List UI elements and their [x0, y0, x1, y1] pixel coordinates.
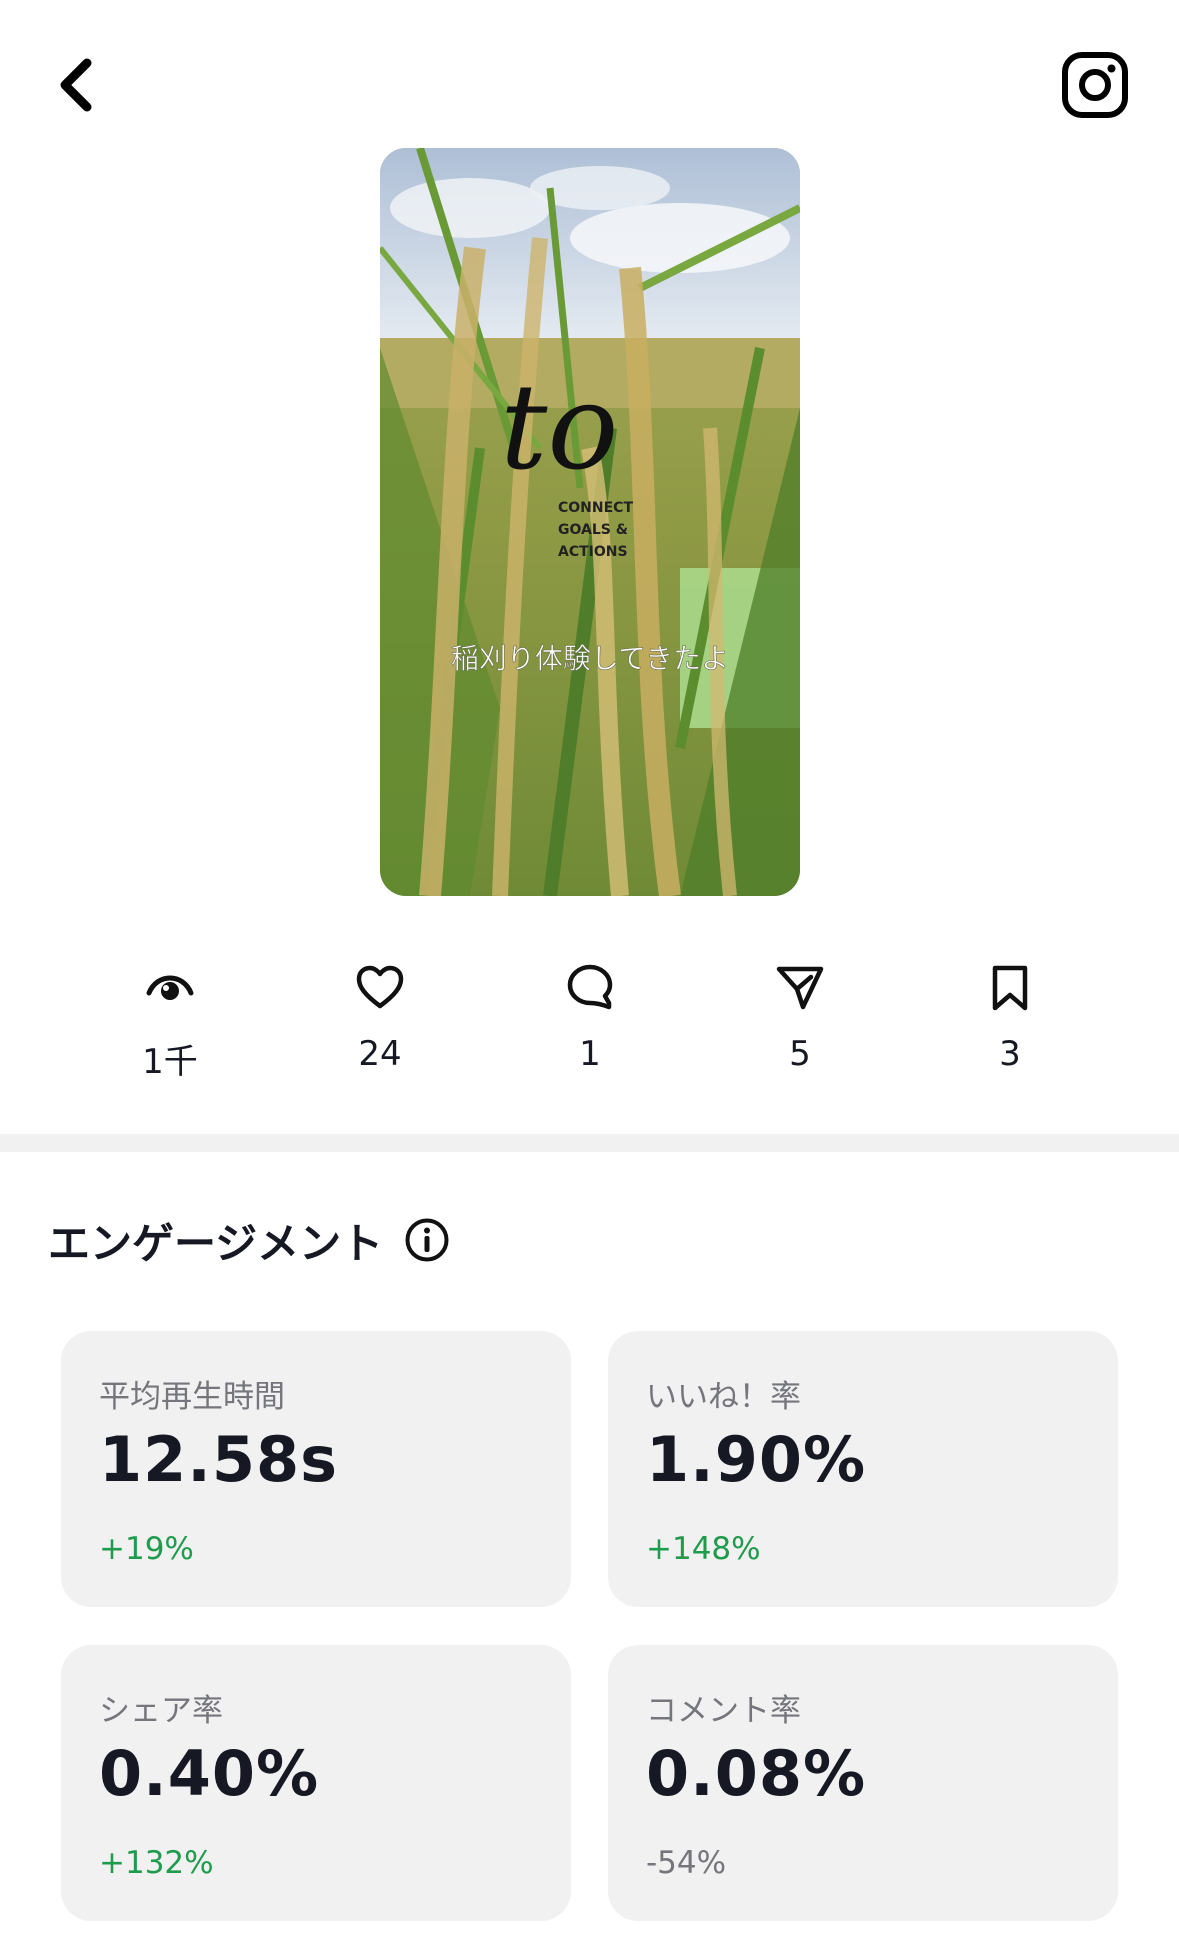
- metric-label: いいね！率: [646, 1379, 801, 1415]
- video-thumbnail[interactable]: to CONNECT GOALS & ACTIONS 稲刈り体験してきたよ: [380, 148, 800, 896]
- metric-change: -54%: [646, 1845, 727, 1881]
- metric-value: 1.90%: [646, 1423, 867, 1496]
- metric-value: 0.08%: [646, 1737, 867, 1810]
- stat-saves-value: 3: [999, 1034, 1021, 1074]
- metric-card-share-rate: シェア率 0.40% +132%: [61, 1645, 571, 1921]
- stat-shares-value: 5: [789, 1034, 811, 1074]
- metric-value: 12.58s: [99, 1423, 339, 1496]
- stat-likes[interactable]: 24: [300, 960, 460, 1100]
- stat-comments-value: 1: [579, 1034, 601, 1074]
- stat-comments[interactable]: 1: [510, 960, 670, 1100]
- logo-sub-line: ACTIONS: [558, 544, 628, 560]
- back-button[interactable]: [40, 45, 110, 125]
- engagement-title: エンゲージメント: [48, 1218, 384, 1268]
- stat-saves[interactable]: 3: [930, 960, 1090, 1100]
- video-caption: 稲刈り体験してきたよ: [451, 642, 729, 675]
- video-thumbnail-image: to CONNECT GOALS & ACTIONS 稲刈り体験してきたよ: [380, 148, 800, 896]
- metric-label: 平均再生時間: [99, 1379, 285, 1415]
- info-icon: [405, 1218, 449, 1262]
- instagram-icon: [1062, 52, 1128, 118]
- instagram-button[interactable]: [1055, 45, 1135, 125]
- metric-card-avg-watch-time: 平均再生時間 12.58s +19%: [61, 1331, 571, 1607]
- engagement-header: エンゲージメント: [48, 1210, 451, 1270]
- stat-likes-value: 24: [358, 1034, 402, 1074]
- svg-text:to: to: [500, 358, 618, 496]
- metric-label: コメント率: [646, 1693, 801, 1729]
- metric-change: +148%: [646, 1531, 761, 1567]
- metric-card-like-rate: いいね！率 1.90% +148%: [608, 1331, 1118, 1607]
- metric-value: 0.40%: [99, 1737, 320, 1810]
- info-button[interactable]: [403, 1216, 451, 1264]
- stat-views-value: 1千: [142, 1042, 198, 1082]
- metric-change: +19%: [99, 1531, 194, 1567]
- top-bar: [0, 0, 1179, 150]
- share-icon: [776, 966, 824, 1010]
- heart-icon: [356, 965, 404, 1009]
- bookmark-icon: [992, 965, 1028, 1011]
- stats-row: 1千 24 1 5 3: [0, 960, 1179, 1100]
- metric-change: +132%: [99, 1845, 214, 1881]
- stat-shares[interactable]: 5: [720, 960, 880, 1100]
- eye-icon: [146, 975, 194, 1000]
- chevron-left-icon: [60, 58, 92, 112]
- metric-card-comment-rate: コメント率 0.08% -54%: [608, 1645, 1118, 1921]
- logo-sub-line: CONNECT: [558, 500, 633, 516]
- logo-sub-line: GOALS &: [558, 522, 628, 538]
- metric-label: シェア率: [99, 1693, 223, 1729]
- section-divider: [0, 1134, 1179, 1152]
- stat-views[interactable]: 1千: [90, 960, 250, 1100]
- comment-icon: [567, 964, 613, 1010]
